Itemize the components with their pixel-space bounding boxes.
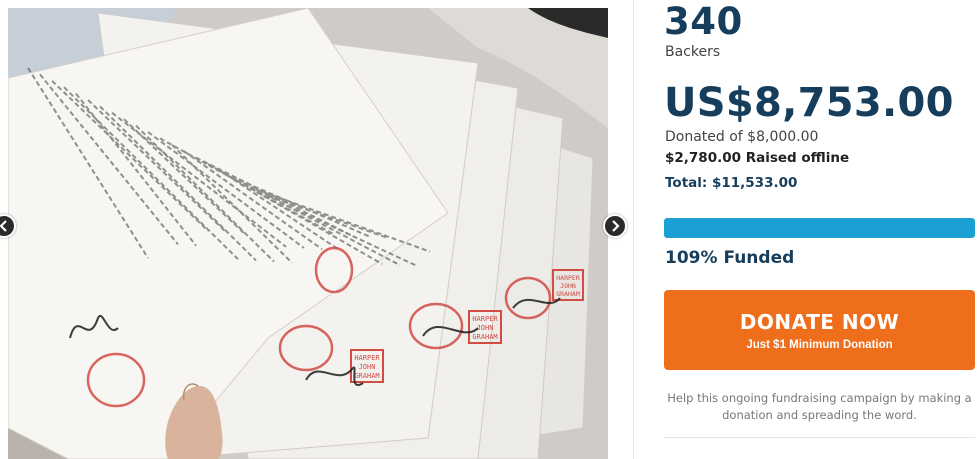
backers-count: 340 bbox=[664, 0, 743, 43]
stamp-line: JOHN bbox=[477, 324, 494, 332]
funded-percent: 109% Funded bbox=[665, 248, 795, 268]
offline-raised-text: $2,780.00 Raised offline bbox=[665, 150, 850, 166]
donate-button-label: DONATE NOW bbox=[739, 309, 900, 334]
panel-bottom-rule bbox=[664, 437, 975, 438]
panel-divider bbox=[633, 0, 634, 459]
total-text: Total: $11,533.00 bbox=[665, 175, 798, 191]
gallery-next-button[interactable] bbox=[603, 214, 627, 238]
stamp-line: HARPER bbox=[472, 315, 498, 323]
stamp-line: JOHN bbox=[359, 363, 376, 371]
funding-progress-bar bbox=[664, 218, 975, 238]
backers-label: Backers bbox=[665, 44, 721, 60]
stamp-line: GRAHAM bbox=[354, 372, 379, 380]
campaign-photo[interactable]: HARPER JOHN GRAHAM HARPER JOHN GRAHAM HA… bbox=[8, 8, 608, 459]
chevron-left-icon bbox=[0, 220, 7, 232]
documents-illustration: HARPER JOHN GRAHAM HARPER JOHN GRAHAM HA… bbox=[8, 8, 608, 459]
stamp-line: HARPER bbox=[556, 274, 580, 282]
goal-text: Donated of $8,000.00 bbox=[665, 129, 819, 145]
donate-now-button[interactable]: DONATE NOW Just $1 Minimum Donation bbox=[664, 290, 975, 370]
stamp-line: JOHN bbox=[560, 282, 576, 290]
campaign-stats-panel: 340 Backers US$8,753.00 Donated of $8,00… bbox=[664, 0, 976, 459]
photo-gallery: HARPER JOHN GRAHAM HARPER JOHN GRAHAM HA… bbox=[0, 0, 627, 459]
funding-progress-fill bbox=[664, 218, 975, 238]
amount-raised: US$8,753.00 bbox=[664, 80, 954, 126]
help-text: Help this ongoing fundraising campaign b… bbox=[667, 391, 972, 422]
stamp-line: GRAHAM bbox=[556, 290, 580, 298]
donate-button-sublabel: Just $1 Minimum Donation bbox=[746, 338, 893, 351]
stamp-line: HARPER bbox=[354, 354, 380, 362]
chevron-right-icon bbox=[612, 220, 620, 232]
stamp-line: GRAHAM bbox=[472, 333, 497, 341]
